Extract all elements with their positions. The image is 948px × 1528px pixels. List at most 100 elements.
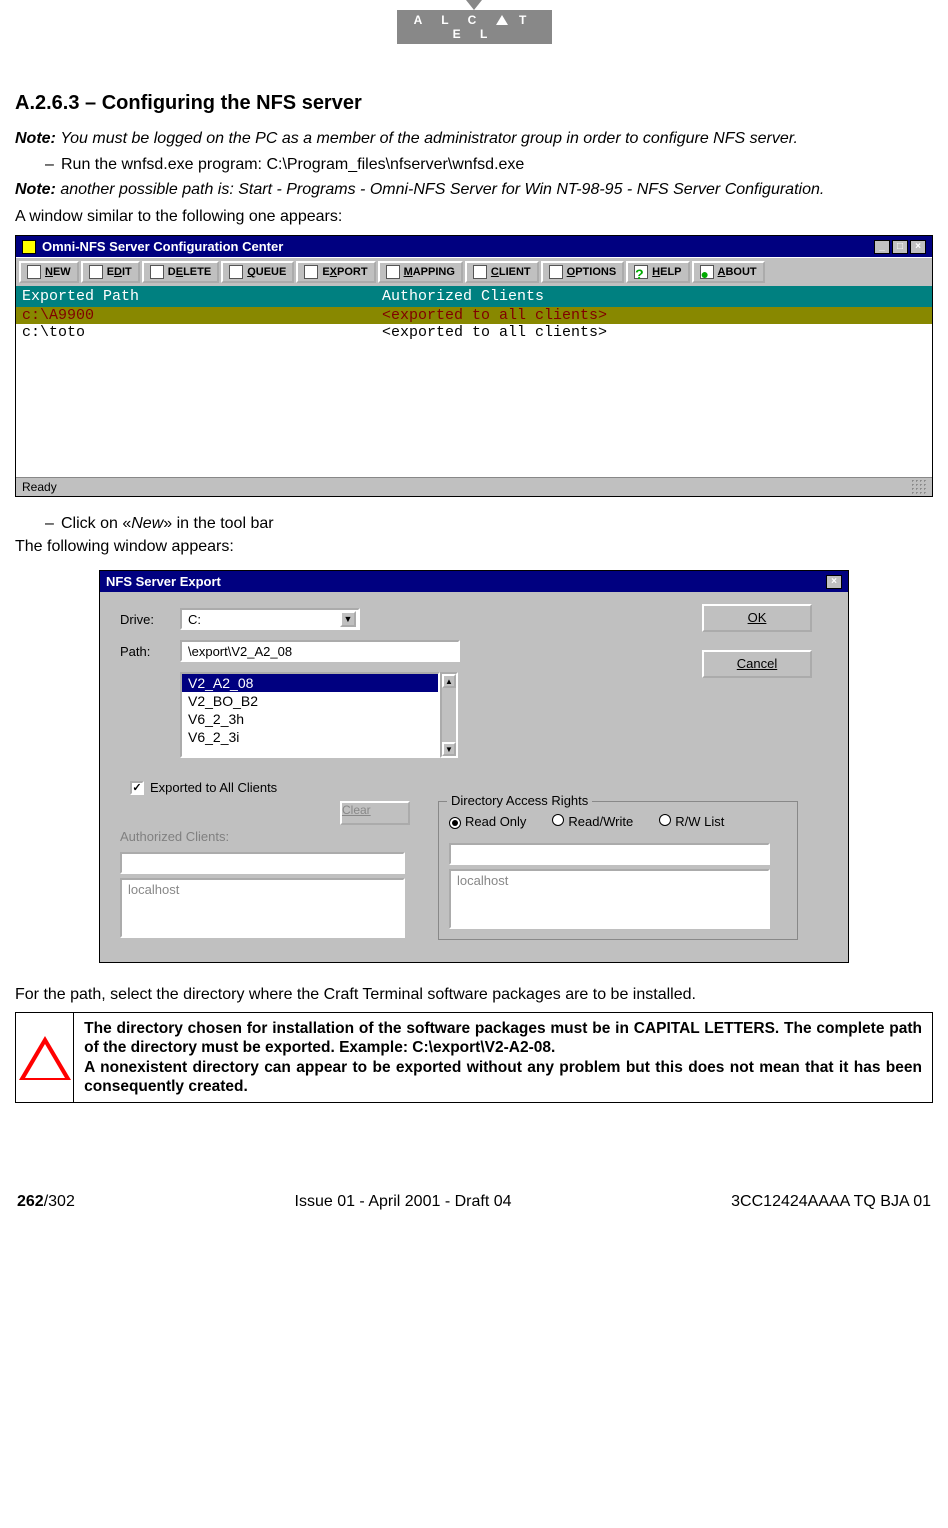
options-icon — [549, 265, 563, 279]
cell-path: c:\toto — [22, 324, 382, 341]
path-input[interactable]: \export\V2_A2_08 — [180, 640, 460, 662]
page-number-rest: /302 — [44, 1193, 75, 1210]
export-list[interactable]: c:\A9900 <exported to all clients> c:\to… — [16, 307, 932, 477]
mapping-icon — [386, 265, 400, 279]
delete-icon — [150, 265, 164, 279]
scrollbar[interactable]: ▲ ▼ — [440, 672, 458, 758]
toolbar-options[interactable]: OPTIONS — [541, 261, 625, 283]
cancel-button[interactable]: Cancel — [702, 650, 812, 678]
bullet-run-program: –Run the wnfsd.exe program: C:\Program_f… — [45, 156, 933, 174]
export-icon — [304, 265, 318, 279]
toolbar: NEW EDIT DELETE QUEUE EXPORT MAPPING CLI… — [19, 261, 929, 283]
authorized-client-input[interactable] — [120, 852, 405, 874]
client-icon — [473, 265, 487, 279]
toolbar-export[interactable]: EXPORT — [296, 261, 375, 283]
toolbar-help[interactable]: ?HELP — [626, 261, 689, 283]
access-rights-legend: Directory Access Rights — [447, 793, 592, 808]
title-bar: Omni-NFS Server Configuration Center _ □… — [16, 236, 932, 257]
access-rights-fieldset: Directory Access Rights Read Only Read/W… — [438, 801, 798, 940]
note-1-label: Note: — [15, 130, 56, 147]
logo: A L C T E L — [397, 0, 552, 44]
scroll-down-icon[interactable]: ▼ — [442, 742, 456, 756]
note-2: Note: another possible path is: Start - … — [15, 180, 933, 201]
note-1: Note: You must be logged on the PC as a … — [15, 129, 933, 150]
toolbar-edit[interactable]: EDIT — [81, 261, 140, 283]
queue-icon — [229, 265, 243, 279]
radio-rw-list[interactable]: R/W List — [659, 814, 724, 829]
page-footer: 262/302 Issue 01 - April 2001 - Draft 04… — [15, 1193, 933, 1211]
close-button[interactable]: × — [826, 575, 842, 589]
warning-line-2: A nonexistent directory can appear to be… — [84, 1058, 922, 1097]
maximize-button[interactable]: □ — [892, 240, 908, 254]
note-1-text: You must be logged on the PC as a member… — [60, 130, 798, 147]
resize-grip-icon[interactable] — [912, 480, 926, 494]
list-item[interactable]: V6_2_3i — [182, 728, 438, 746]
section-heading: A.2.6.3 – Configuring the NFS server — [15, 92, 933, 115]
bullet-click-new: –Click on «New» in the tool bar — [45, 515, 933, 533]
ok-button[interactable]: OK — [702, 604, 812, 632]
status-text: Ready — [22, 480, 57, 494]
table-row[interactable]: c:\toto <exported to all clients> — [16, 324, 932, 341]
warning-triangle-icon — [19, 1036, 71, 1080]
table-row[interactable]: c:\A9900 <exported to all clients> — [16, 307, 932, 324]
radio-read-write[interactable]: Read/Write — [552, 814, 633, 829]
new-icon — [27, 265, 41, 279]
window-config-center: Omni-NFS Server Configuration Center _ □… — [15, 235, 933, 497]
drive-combo[interactable]: C: ▼ — [180, 608, 360, 630]
help-icon: ? — [634, 265, 648, 279]
paragraph-2: The following window appears: — [15, 537, 933, 558]
window-title: NFS Server Export — [106, 574, 221, 589]
cell-auth: <exported to all clients> — [382, 324, 607, 341]
note-2-label: Note: — [15, 181, 56, 198]
warning-line-1: The directory chosen for installation of… — [84, 1019, 922, 1058]
folder-listbox[interactable]: V2_A2_08 V2_BO_B2 V6_2_3h V6_2_3i — [180, 672, 440, 758]
footer-right: 3CC12424AAAA TQ BJA 01 — [731, 1193, 931, 1211]
logo-text: A L C T E L — [397, 10, 552, 44]
page-number-bold: 262 — [17, 1193, 44, 1210]
warning-box: The directory chosen for installation of… — [15, 1012, 933, 1104]
minimize-button[interactable]: _ — [874, 240, 890, 254]
toolbar-about[interactable]: ●ABOUT — [692, 261, 765, 283]
column-exported-path: Exported Path — [22, 288, 382, 305]
authorized-clients-label: Authorized Clients: — [120, 829, 420, 844]
authorized-client-list[interactable]: localhost — [120, 878, 405, 938]
list-item[interactable]: V6_2_3h — [182, 710, 438, 728]
window-title: Omni-NFS Server Configuration Center — [42, 239, 283, 254]
path-value: \export\V2_A2_08 — [188, 644, 292, 659]
rights-client-input[interactable] — [449, 843, 770, 865]
paragraph-3: For the path, select the directory where… — [15, 985, 933, 1006]
about-icon: ● — [700, 265, 714, 279]
status-bar: Ready — [16, 477, 932, 496]
window-nfs-export: NFS Server Export × OK Cancel Drive: C: … — [99, 570, 849, 963]
drive-value: C: — [188, 612, 201, 627]
toolbar-client[interactable]: CLIENT — [465, 261, 539, 283]
note-2-text: another possible path is: Start - Progra… — [60, 181, 824, 198]
column-header: Exported Path Authorized Clients — [16, 286, 932, 307]
column-authorized-clients: Authorized Clients — [382, 288, 544, 305]
edit-icon — [89, 265, 103, 279]
toolbar-queue[interactable]: QUEUE — [221, 261, 294, 283]
list-item[interactable]: V2_BO_B2 — [182, 692, 438, 710]
footer-center: Issue 01 - April 2001 - Draft 04 — [295, 1193, 512, 1211]
drive-label: Drive: — [120, 612, 180, 627]
toolbar-new[interactable]: NEW — [19, 261, 79, 283]
chevron-down-icon[interactable]: ▼ — [340, 611, 356, 627]
list-item[interactable]: V2_A2_08 — [182, 674, 438, 692]
scroll-up-icon[interactable]: ▲ — [442, 674, 456, 688]
cell-auth: <exported to all clients> — [382, 307, 607, 324]
title-bar: NFS Server Export × — [100, 571, 848, 592]
bullet-1-text: Run the wnfsd.exe program: C:\Program_fi… — [61, 156, 524, 173]
close-button[interactable]: × — [910, 240, 926, 254]
export-all-label: Exported to All Clients — [150, 780, 277, 795]
radio-read-only[interactable]: Read Only — [449, 814, 526, 829]
path-label: Path: — [120, 644, 180, 659]
app-icon — [22, 240, 36, 254]
paragraph-1: A window similar to the following one ap… — [15, 207, 933, 228]
cell-path: c:\A9900 — [22, 307, 382, 324]
rights-client-list[interactable]: localhost — [449, 869, 770, 929]
export-all-checkbox[interactable]: ✓ — [130, 781, 144, 795]
clear-button[interactable]: Clear — [340, 801, 410, 825]
toolbar-mapping[interactable]: MAPPING — [378, 261, 463, 283]
toolbar-delete[interactable]: DELETE — [142, 261, 219, 283]
logo-arrow-icon — [466, 0, 482, 10]
